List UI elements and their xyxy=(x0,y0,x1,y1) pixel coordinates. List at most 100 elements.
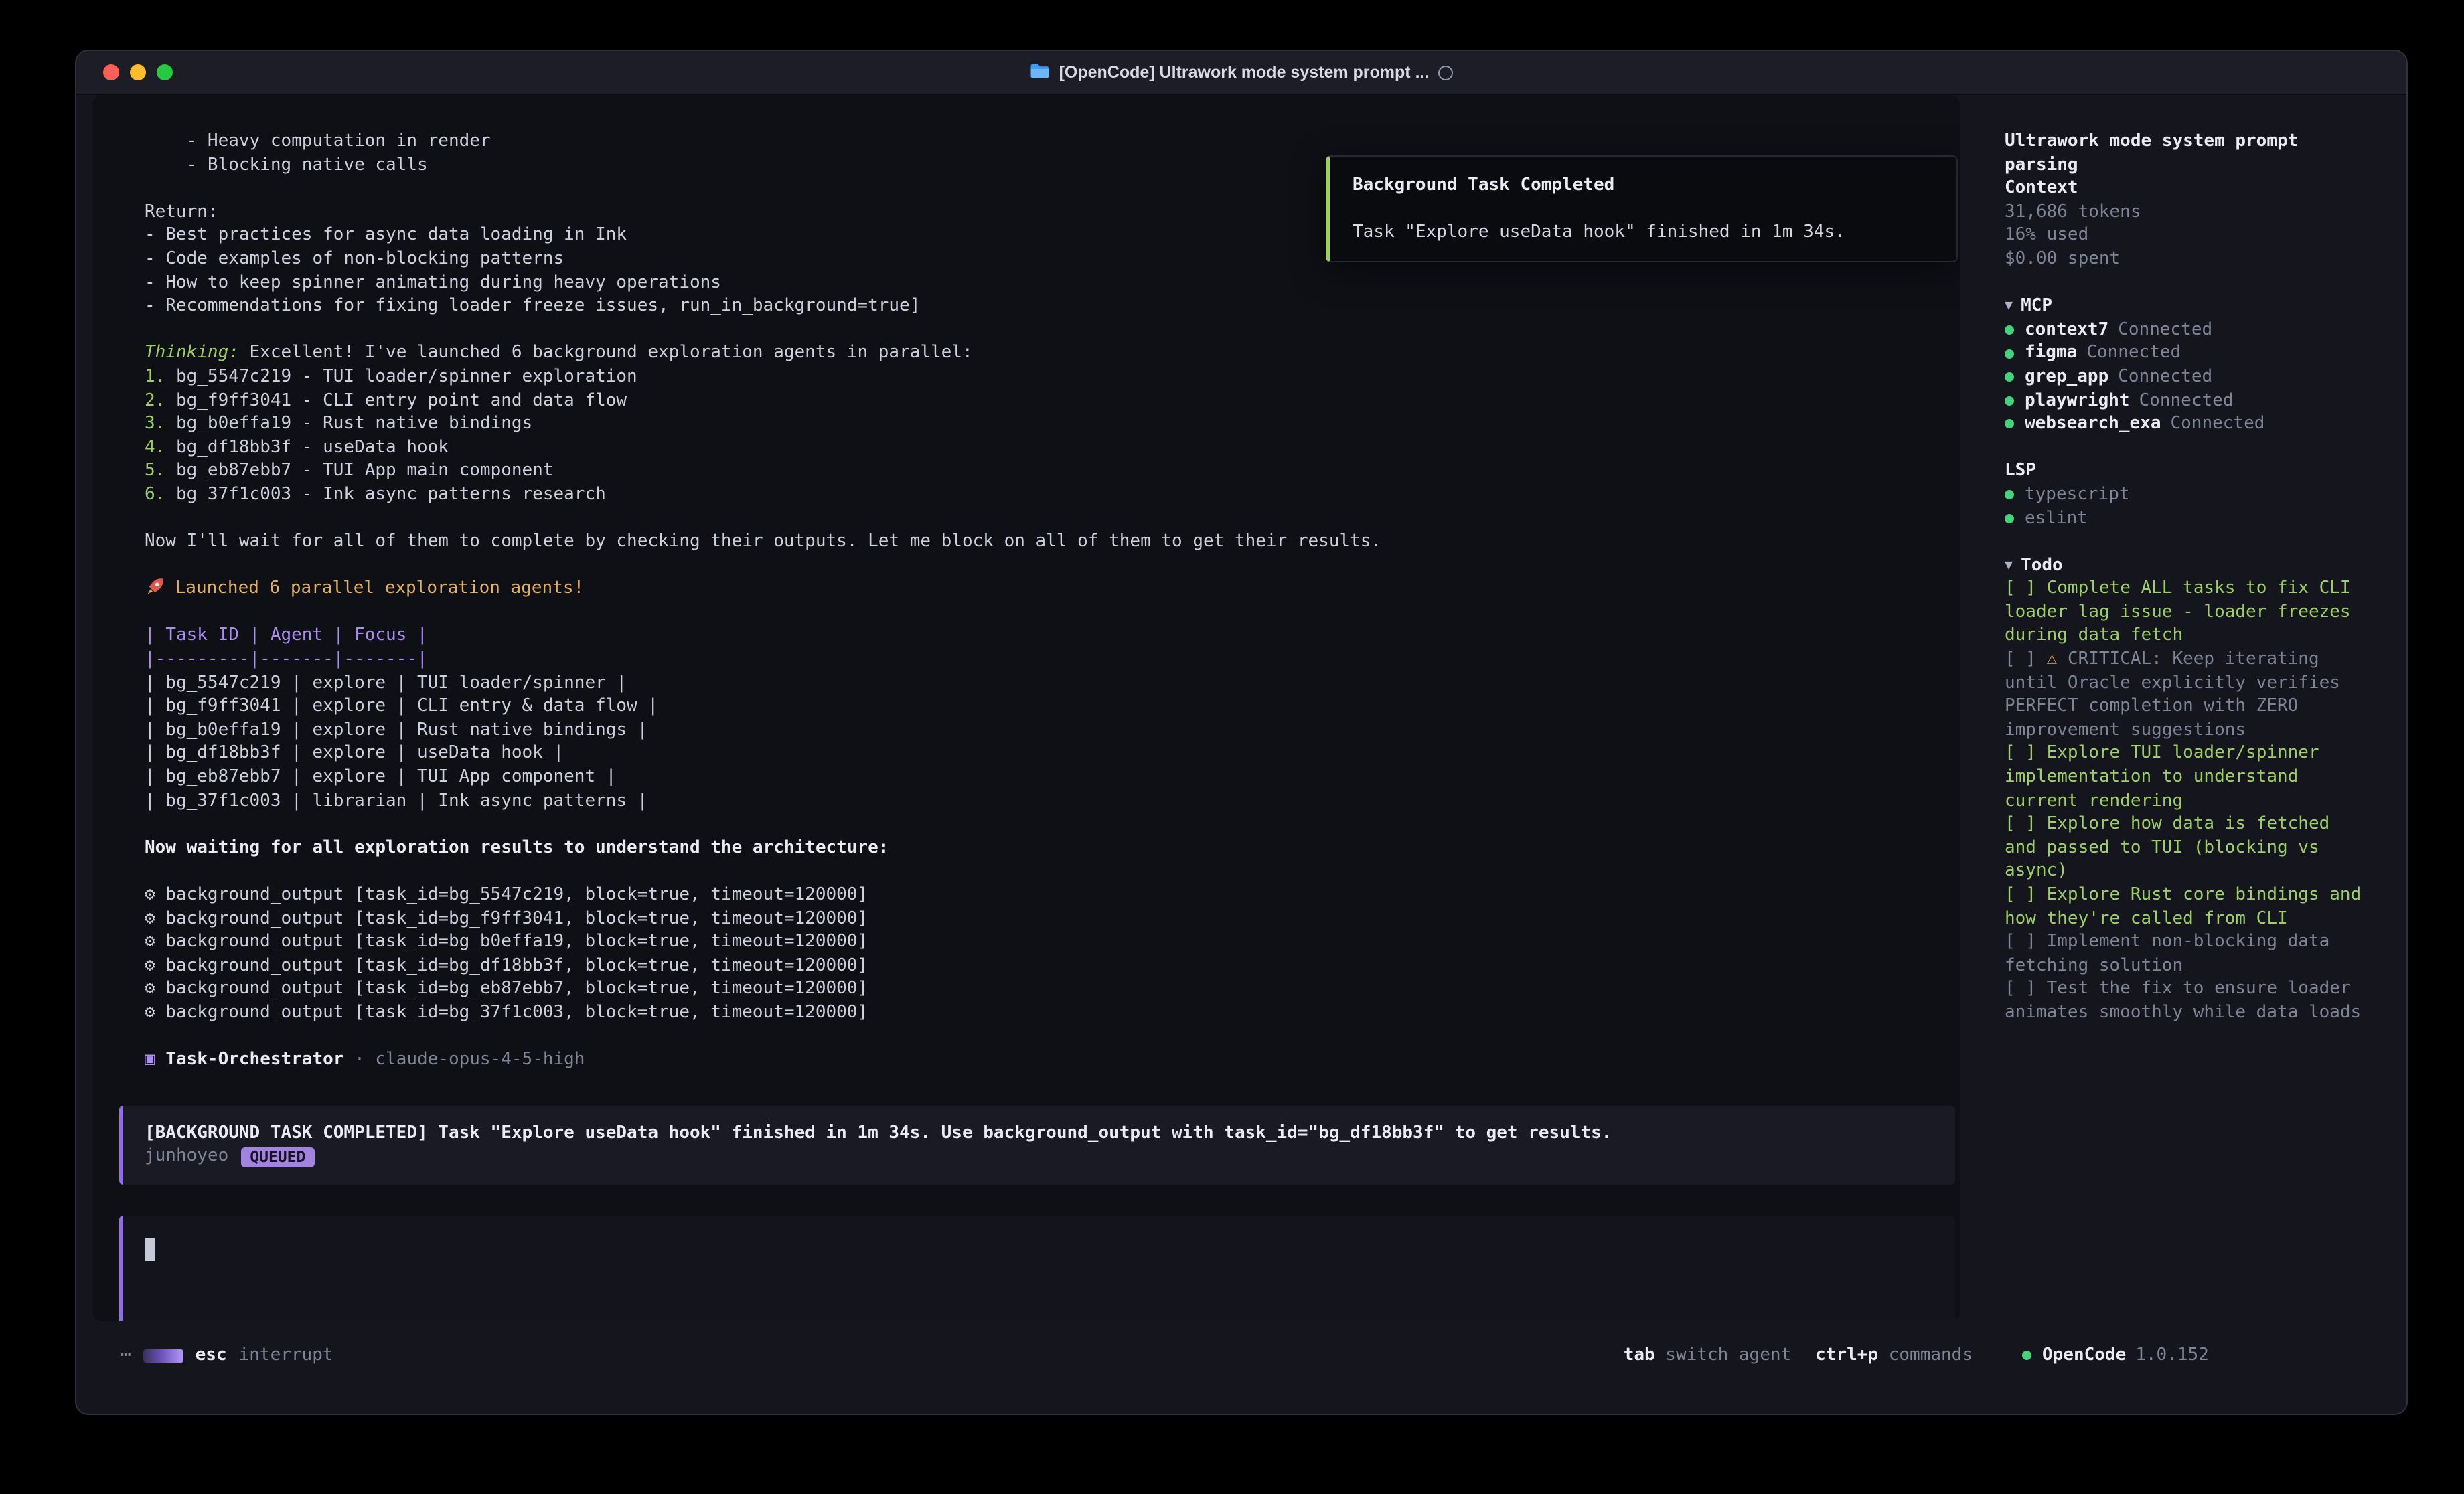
text-segment: Thinking: xyxy=(145,343,239,363)
zoom-button[interactable] xyxy=(157,64,173,80)
terminal-line: - Heavy computation in render xyxy=(145,130,1955,153)
close-button[interactable] xyxy=(103,64,119,80)
todo-item: [ ] ⚠ CRITICAL: Keep iterating until Ora… xyxy=(2005,648,2366,742)
hint-label: switch agent xyxy=(1655,1346,1792,1366)
notification-toast[interactable]: Background Task Completed Task "Explore … xyxy=(1326,155,1958,262)
mcp-server-status: Connected xyxy=(2139,389,2234,412)
text-segment: bg_df18bb3f - useData hook xyxy=(165,437,449,457)
status-left: ⋯ esc interrupt xyxy=(121,1344,333,1367)
terminal-line xyxy=(145,507,1955,530)
todo-text: Implement non-blocking data fetching sol… xyxy=(2005,932,2329,975)
connected-dot xyxy=(2005,420,2014,429)
terminal-line xyxy=(145,813,1955,836)
connected-dot xyxy=(2005,372,2014,382)
mcp-server-name: websearch_exa xyxy=(2025,412,2161,436)
mcp-server-status: Connected xyxy=(2086,342,2181,365)
text-segment: | bg_eb87ebb7 | explore | TUI App compon… xyxy=(145,767,616,787)
mcp-server-status: Connected xyxy=(2118,365,2212,389)
window-body: - Heavy computation in render - Blocking… xyxy=(76,95,2406,1335)
text-segment: 3. xyxy=(145,414,165,434)
terminal-line: 5. bg_eb87ebb7 - TUI App main component xyxy=(145,460,1955,483)
text-segment: 4. xyxy=(145,437,165,457)
text-segment: · claude-opus-4-5-high xyxy=(343,1050,585,1070)
terminal-line: | bg_eb87ebb7 | explore | TUI App compon… xyxy=(145,766,1955,789)
progress-indicator xyxy=(143,1349,183,1363)
mcp-server-name: playwright xyxy=(2025,389,2130,412)
text-segment: - Recommendations for fixing loader free… xyxy=(145,296,920,316)
mcp-server-name: figma xyxy=(2025,342,2077,365)
lsp-server-name: eslint xyxy=(2025,507,2088,530)
sidebar-footer: OpenCode 1.0.152 xyxy=(1978,1344,2406,1367)
text-segment: Excellent! I've launched 6 background ex… xyxy=(239,343,973,363)
text-segment: Task-Orchestrator xyxy=(165,1050,343,1070)
mcp-server-name: context7 xyxy=(2025,319,2108,342)
terminal-line: | bg_37f1c003 | librarian | Ink async pa… xyxy=(145,789,1955,813)
terminal-line: ⚙ background_output [task_id=bg_df18bb3f… xyxy=(145,954,1955,978)
todo-item: [ ] Implement non-blocking data fetching… xyxy=(2005,930,2366,977)
terminal-line xyxy=(145,601,1955,625)
terminal-line xyxy=(145,860,1955,884)
text-segment: 5. xyxy=(145,461,165,481)
todo-heading[interactable]: ▼Todo xyxy=(2005,554,2366,577)
desktop: [OpenCode] Ultrawork mode system prompt … xyxy=(0,0,2464,1494)
terminal-line xyxy=(145,554,1955,577)
terminal-line: Thinking: Excellent! I've launched 6 bac… xyxy=(145,342,1955,365)
terminal-line: - Recommendations for fixing loader free… xyxy=(145,295,1955,318)
terminal-line: | bg_b0effa19 | explore | Rust native bi… xyxy=(145,719,1955,742)
mcp-heading[interactable]: ▼MCP xyxy=(2005,295,2366,318)
status-hints: tab switch agentctrl+p commands xyxy=(1624,1344,1973,1367)
lsp-list: typescripteslint xyxy=(2005,483,2366,530)
text-segment: | bg_b0effa19 | explore | Rust native bi… xyxy=(145,720,647,740)
terminal-line: Now I'll wait for all of them to complet… xyxy=(145,530,1955,554)
sidebar: Ultrawork mode system prompt parsing Con… xyxy=(1960,95,2406,1335)
background-task-message: [BACKGROUND TASK COMPLETED] Task "Explor… xyxy=(119,1106,1955,1185)
text-segment: 2. xyxy=(145,390,165,410)
todo-list: [ ] Complete ALL tasks to fix CLI loader… xyxy=(2005,578,2366,1025)
folder-icon xyxy=(1030,62,1050,82)
mcp-item: playwright Connected xyxy=(2005,389,2366,412)
text-segment: bg_f9ff3041 - CLI entry point and data f… xyxy=(165,390,627,410)
text-segment: Launched 6 parallel exploration agents! xyxy=(165,579,584,599)
mcp-item: websearch_exa Connected xyxy=(2005,412,2366,436)
text-segment: ⚙ background_output [task_id=bg_f9ff3041… xyxy=(145,908,868,928)
terminal-line: | bg_df18bb3f | explore | useData hook | xyxy=(145,742,1955,766)
terminal-line xyxy=(145,1025,1955,1048)
context-stats: 31,686 tokens16% used$0.00 spent xyxy=(2005,201,2366,272)
text-segment: |---------|-------|-------| xyxy=(145,649,428,669)
terminal-line: 4. bg_df18bb3f - useData hook xyxy=(145,436,1955,459)
context-section: Context 31,686 tokens16% used$0.00 spent xyxy=(2005,177,2366,271)
todo-heading-label: Todo xyxy=(2021,555,2063,575)
status-hint: tab switch agent xyxy=(1624,1346,1791,1366)
terminal-line: Launched 6 parallel exploration agents! xyxy=(145,578,1955,601)
titlebar[interactable]: [OpenCode] Ultrawork mode system prompt … xyxy=(76,51,2406,95)
terminal-line: | bg_f9ff3041 | explore | CLI entry & da… xyxy=(145,695,1955,719)
connected-dot xyxy=(2005,514,2014,523)
minimize-button[interactable] xyxy=(130,64,146,80)
terminal-line: 1. bg_5547c219 - TUI loader/spinner expl… xyxy=(145,365,1955,389)
text-segment: | bg_f9ff3041 | explore | CLI entry & da… xyxy=(145,697,658,717)
mcp-server-name: grep_app xyxy=(2025,365,2108,389)
text-segment: bg_37f1c003 - Ink async patterns researc… xyxy=(165,485,605,505)
context-stat: 31,686 tokens xyxy=(2005,201,2366,224)
text-segment: | bg_37f1c003 | librarian | Ink async pa… xyxy=(145,791,647,811)
queued-badge: QUEUED xyxy=(240,1147,315,1167)
terminal-line: ⚙ background_output [task_id=bg_eb87ebb7… xyxy=(145,978,1955,1001)
hint-key: ctrl+p xyxy=(1815,1346,1878,1366)
todo-item: [ ] Explore TUI loader/spinner implement… xyxy=(2005,742,2366,813)
text-segment: - Best practices for async data loading … xyxy=(145,226,627,246)
mcp-list: context7ConnectedfigmaConnectedgrep_appC… xyxy=(2005,319,2366,436)
todo-checkbox: [ ] xyxy=(2005,579,2047,599)
prompt-input[interactable] xyxy=(119,1216,1955,1321)
todo-checkbox: [ ] xyxy=(2005,932,2047,952)
text-segment: - Heavy computation in render xyxy=(145,131,491,151)
todo-text: Test the fix to ensure loader animates s… xyxy=(2005,979,2361,1023)
text-segment: ⚙ background_output [task_id=bg_b0effa19… xyxy=(145,932,868,952)
text-segment: bg_5547c219 - TUI loader/spinner explora… xyxy=(165,367,637,387)
mcp-server-status: Connected xyxy=(2118,319,2212,342)
text-segment: Return: xyxy=(145,202,218,222)
mcp-server-status: Connected xyxy=(2171,412,2265,436)
message-meta: junhoyeo QUEUED xyxy=(145,1145,1934,1169)
todo-text: Explore TUI loader/spinner implementatio… xyxy=(2005,744,2319,811)
status-bar-main: ⋯ esc interrupt tab switch agentctrl+p c… xyxy=(76,1344,1978,1367)
text-segment: 1. xyxy=(145,367,165,387)
